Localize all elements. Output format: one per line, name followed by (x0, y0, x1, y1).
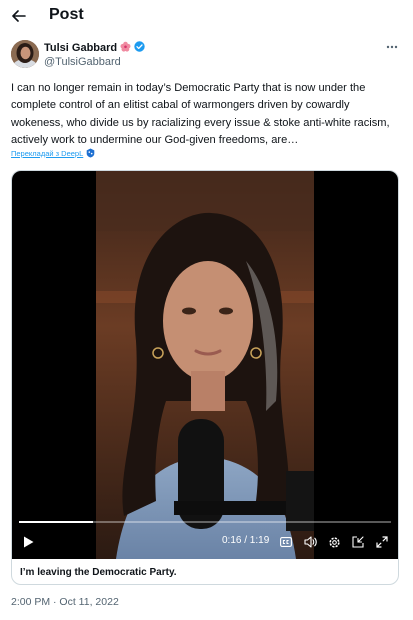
video-player[interactable]: 0:16 / 1:19 (12, 171, 398, 559)
video-frame (96, 171, 314, 559)
video-card[interactable]: 0:16 / 1:19 I’m leaving the Democratic P… (11, 170, 399, 585)
captions-button[interactable] (278, 529, 294, 555)
page-title: Post (49, 6, 84, 23)
avatar[interactable] (11, 40, 39, 68)
author-name-row[interactable]: Tulsi Gabbard (44, 41, 145, 55)
play-icon (23, 536, 33, 548)
verified-badge-icon[interactable] (134, 41, 145, 55)
picture-in-picture-icon (352, 536, 364, 548)
fullscreen-icon (376, 536, 388, 548)
video-progress-fill (19, 521, 94, 523)
picture-in-picture-button[interactable] (350, 529, 366, 555)
post-timestamp[interactable]: 2:00 PM · Oct 11, 2022 (11, 596, 119, 608)
author-display-name[interactable]: Tulsi Gabbard (44, 42, 117, 54)
tweet-text: I can no longer remain in today’s Democr… (11, 82, 390, 146)
translate-label[interactable]: Перекладай з DeepL (11, 149, 83, 158)
deepl-shield-icon (86, 148, 95, 158)
top-bar: Post (0, 0, 413, 34)
video-caption: I’m leaving the Democratic Party. (20, 567, 177, 578)
settings-button[interactable] (326, 529, 342, 555)
closed-captions-icon (280, 537, 292, 547)
video-controls: 0:16 / 1:19 (12, 529, 398, 555)
settings-icon (328, 536, 340, 548)
video-progress-bar[interactable] (19, 521, 391, 523)
more-horizontal-icon (386, 45, 398, 49)
volume-button[interactable] (302, 529, 318, 555)
arrow-left-icon (12, 10, 26, 22)
back-button[interactable] (6, 3, 32, 29)
fullscreen-button[interactable] (374, 529, 390, 555)
play-button[interactable] (18, 529, 38, 555)
more-options-button[interactable] (383, 40, 401, 54)
author-handle[interactable]: @TulsiGabbard (44, 56, 121, 68)
volume-icon (303, 536, 317, 548)
video-time: 0:16 / 1:19 (222, 535, 270, 546)
hibiscus-icon (120, 41, 131, 55)
translate-link[interactable]: Перекладай з DeepL (11, 148, 95, 158)
